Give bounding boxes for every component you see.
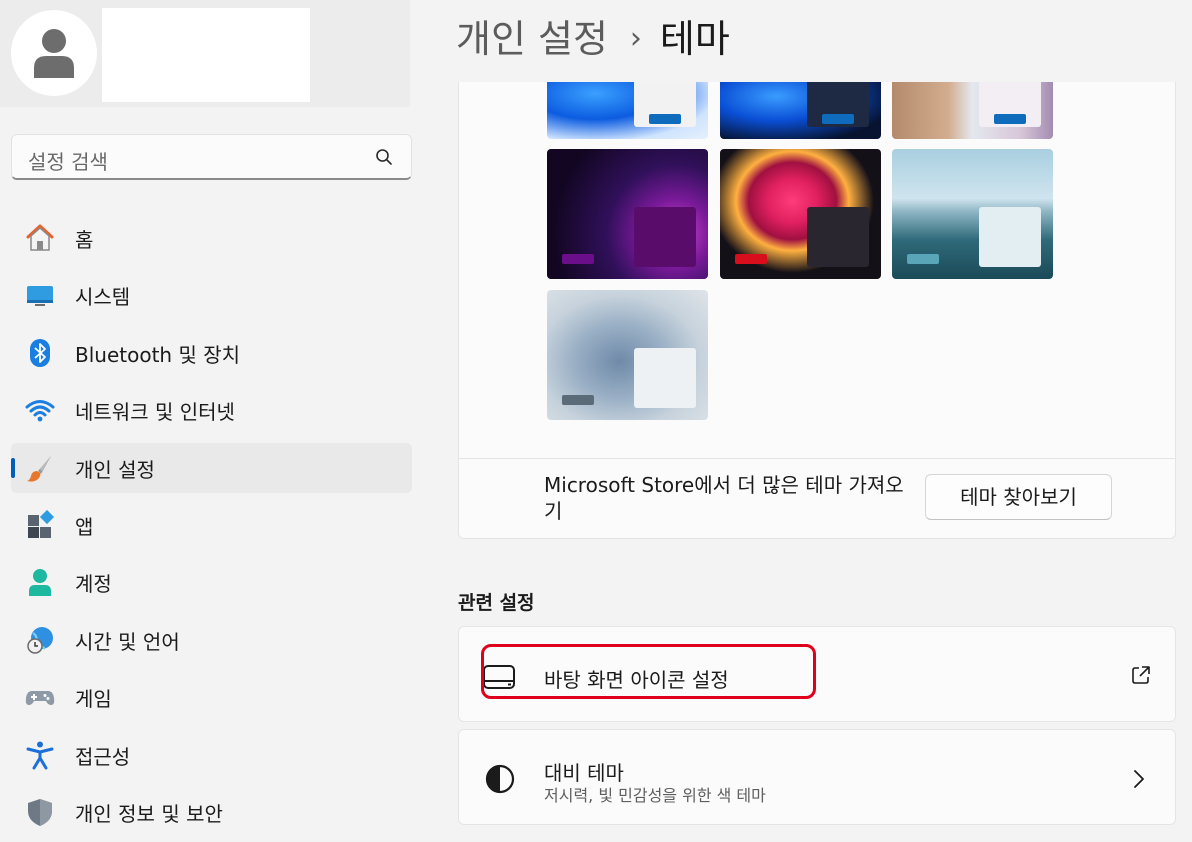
- accessibility-icon: [26, 741, 54, 770]
- shield-icon: [28, 799, 52, 826]
- sidebar-item-gaming[interactable]: 게임: [11, 672, 412, 722]
- sidebar-item-privacy-security[interactable]: 개인 정보 및 보안: [11, 787, 412, 837]
- profile-name: [102, 8, 310, 102]
- apps-icon: [28, 510, 55, 538]
- chevron-right-icon: [1134, 770, 1144, 788]
- brush-icon: [27, 456, 51, 482]
- breadcrumb-separator: ›: [629, 21, 642, 56]
- profile-header[interactable]: [0, 0, 410, 107]
- breadcrumb-parent[interactable]: 개인 설정: [456, 17, 608, 61]
- theme-gallery-card: Microsoft Store에서 더 많은 테마 가져오기 테마 찾아보기: [458, 82, 1176, 539]
- sidebar-item-label: 계정: [75, 572, 112, 596]
- search-placeholder: 설정 검색: [28, 150, 108, 174]
- contrast-themes-description: 저시력, 빛 민감성을 위한 색 테마: [544, 786, 766, 805]
- sidebar-item-label: 앱: [75, 515, 94, 539]
- contrast-icon: [485, 764, 515, 794]
- wifi-icon: [25, 400, 55, 422]
- sidebar-item-time-language[interactable]: 시간 및 언어: [11, 615, 412, 665]
- sidebar-item-label: 접근성: [75, 745, 131, 769]
- time-language-icon: [27, 627, 53, 654]
- annotation-highlight-box: [481, 644, 816, 699]
- sidebar-item-label: 개인 정보 및 보안: [75, 802, 223, 826]
- sidebar-item-label: 시간 및 언어: [75, 630, 180, 654]
- sidebar-item-label: 개인 설정: [75, 458, 155, 482]
- theme-thumbnail-flow[interactable]: [892, 149, 1053, 279]
- sidebar-item-label: 네트워크 및 인터넷: [75, 400, 235, 424]
- store-more-themes-text: Microsoft Store에서 더 많은 테마 가져오기: [544, 473, 904, 523]
- theme-thumbnail-glow[interactable]: [547, 149, 708, 279]
- sidebar-item-network[interactable]: 네트워크 및 인터넷: [11, 385, 412, 435]
- theme-thumbnail-sunrise[interactable]: [547, 290, 708, 420]
- account-icon: [29, 569, 51, 596]
- search-icon[interactable]: [375, 148, 393, 166]
- sidebar-item-label: 홈: [75, 228, 94, 252]
- sidebar-item-accessibility[interactable]: 접근성: [11, 730, 412, 780]
- open-external-icon: [1132, 666, 1150, 684]
- divider: [459, 458, 1175, 459]
- active-indicator: [11, 458, 15, 478]
- sidebar-item-home[interactable]: 홈: [11, 213, 412, 263]
- avatar: [11, 10, 97, 96]
- home-icon: [26, 224, 54, 251]
- page-title: 테마: [659, 17, 730, 61]
- user-icon: [34, 29, 74, 78]
- sidebar-item-system[interactable]: 시스템: [11, 270, 412, 320]
- system-icon: [27, 286, 53, 306]
- contrast-themes-row[interactable]: 대비 테마 저시력, 빛 민감성을 위한 색 테마: [458, 729, 1176, 825]
- search-input[interactable]: 설정 검색: [11, 134, 412, 180]
- sidebar-item-personalization[interactable]: 개인 설정: [11, 443, 412, 493]
- sidebar-item-label: 게임: [75, 687, 112, 711]
- gamepad-icon: [25, 691, 55, 705]
- sidebar-item-label: 시스템: [75, 285, 131, 309]
- sidebar-item-apps[interactable]: 앱: [11, 500, 412, 550]
- theme-thumbnail-captured-motion[interactable]: [720, 149, 881, 279]
- related-settings-title: 관련 설정: [458, 592, 535, 614]
- sidebar: 설정 검색 홈 시스템 Bluetooth 및 장치 네트워크 및 인터넷 개인…: [0, 0, 430, 842]
- bluetooth-icon: [30, 339, 50, 367]
- browse-themes-button[interactable]: 테마 찾아보기: [925, 474, 1112, 520]
- theme-thumbnail-bloom-dark[interactable]: [720, 82, 881, 139]
- sidebar-item-label: Bluetooth 및 장치: [75, 343, 241, 367]
- sidebar-item-accounts[interactable]: 계정: [11, 557, 412, 607]
- theme-thumbnail-bloom-light[interactable]: [547, 82, 708, 139]
- sidebar-item-bluetooth[interactable]: Bluetooth 및 장치: [11, 328, 412, 378]
- theme-thumbnail-capture[interactable]: [892, 82, 1053, 139]
- breadcrumb: 개인 설정 › 테마: [456, 8, 730, 68]
